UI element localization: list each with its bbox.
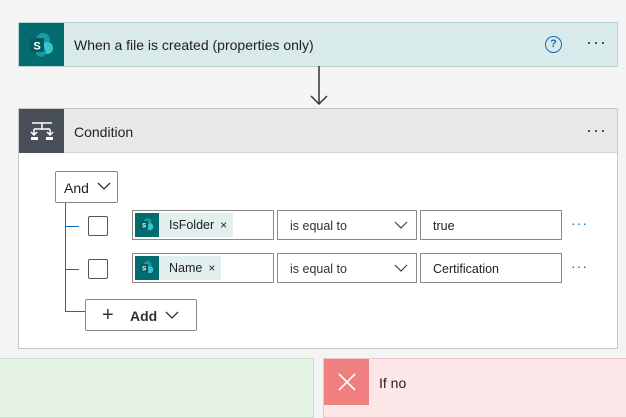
condition-title: Condition <box>74 124 134 140</box>
row-2-token[interactable]: S Name × <box>135 256 222 280</box>
help-icon[interactable]: ? <box>545 36 562 53</box>
row-1-value: true <box>433 219 455 233</box>
row-1-checkbox[interactable] <box>88 216 108 236</box>
chevron-down-icon <box>394 221 408 229</box>
row-1-value-field[interactable]: true <box>420 210 562 240</box>
row-1-token-label: IsFolder <box>169 218 215 232</box>
row-2-token-remove-icon[interactable]: × <box>208 261 215 275</box>
row-2-value-field[interactable]: Certification <box>420 253 562 283</box>
tree-branch-add <box>65 311 85 312</box>
if-yes-branch[interactable] <box>0 358 314 418</box>
sharepoint-icon: S <box>135 213 159 237</box>
plus-icon: + <box>102 304 114 326</box>
row-2-left-operand-field[interactable]: S Name × <box>132 253 274 283</box>
if-no-title: If no <box>379 375 407 391</box>
row-2-more-menu-icon[interactable]: ··· <box>571 258 588 274</box>
connector-arrow-icon <box>310 66 328 106</box>
row-2-operator-label: is equal to <box>290 262 347 276</box>
row-2-token-label: Name <box>169 261 203 275</box>
row-2-operator-select[interactable]: is equal to <box>277 253 417 283</box>
if-no-branch[interactable]: If no <box>323 358 626 418</box>
trigger-title: When a file is created (properties only) <box>74 37 314 53</box>
row-1-token[interactable]: S IsFolder × <box>135 213 234 237</box>
row-1-operator-select[interactable]: is equal to <box>277 210 417 240</box>
chevron-down-icon <box>97 182 111 190</box>
add-button-label: Add <box>130 308 158 324</box>
condition-header[interactable]: Condition ··· <box>19 109 617 153</box>
chevron-down-icon <box>394 264 408 272</box>
group-operator-select[interactable]: And <box>55 171 118 203</box>
group-operator-label: And <box>64 180 89 196</box>
row-2-value: Certification <box>433 262 499 276</box>
chevron-down-icon <box>165 311 179 319</box>
trigger-more-menu-icon[interactable]: ··· <box>586 33 607 51</box>
svg-text:S: S <box>33 40 40 52</box>
condition-icon <box>19 109 64 153</box>
tree-branch-row-1 <box>65 226 79 227</box>
add-button[interactable]: + Add <box>85 299 197 331</box>
row-1-token-remove-icon[interactable]: × <box>220 218 227 232</box>
row-2-checkbox[interactable] <box>88 259 108 279</box>
condition-more-menu-icon[interactable]: ··· <box>586 121 607 139</box>
row-1-operator-label: is equal to <box>290 219 347 233</box>
svg-text:S: S <box>142 223 146 230</box>
close-icon <box>324 359 369 405</box>
tree-branch-row-2 <box>65 269 79 270</box>
svg-text:S: S <box>142 266 146 273</box>
row-1-more-menu-icon[interactable]: ··· <box>571 215 588 231</box>
row-1-left-operand-field[interactable]: S IsFolder × <box>132 210 274 240</box>
trigger-card[interactable]: S When a file is created (properties onl… <box>18 22 618 67</box>
sharepoint-icon: S <box>135 256 159 280</box>
tree-line <box>65 203 66 311</box>
condition-card: Condition ··· And S IsFolder × is equal … <box>18 108 618 349</box>
sharepoint-icon: S <box>19 23 64 66</box>
